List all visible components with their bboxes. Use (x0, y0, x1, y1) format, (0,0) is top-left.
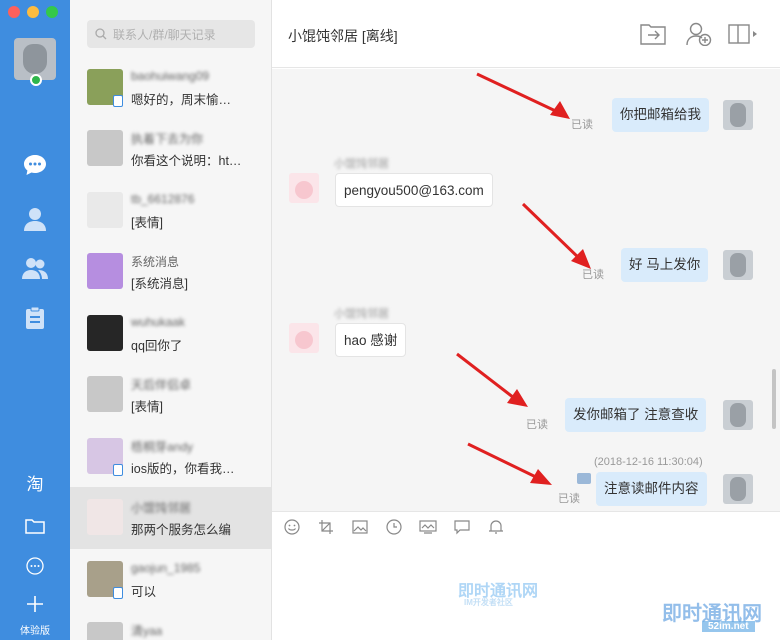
arrow-annotation (467, 442, 552, 485)
contact-row[interactable]: 梧桐芽andy ios版的，你看我… (70, 426, 271, 488)
speaker-icon (87, 253, 123, 289)
watermark-subtitle: IM开发者社区 (464, 598, 513, 607)
contact-row[interactable]: 系统消息 [系统消息] (70, 241, 271, 303)
mobile-icon (113, 464, 123, 476)
contact-list: 联系人/群/聊天记录 baohuiwang09 嗯好的，周末愉… 执着下去为你 … (70, 0, 272, 640)
plus-icon[interactable] (20, 589, 50, 619)
emoji-icon[interactable] (282, 517, 302, 537)
contact-avatar (289, 173, 319, 203)
contact-row[interactable]: wuhukaak qq回你了 (70, 303, 271, 365)
taobao-icon[interactable]: 淘 (20, 467, 50, 497)
contact-name: baohuiwang09 (131, 69, 210, 83)
message-bubble[interactable]: pengyou500@163.com (335, 173, 493, 207)
clipboard-icon[interactable] (20, 303, 50, 333)
chat-header: 小馄饨邻居 [离线] (272, 0, 780, 68)
contact-row[interactable]: 天后伴侣卓 [表情] (70, 364, 271, 426)
contact-row[interactable]: tb_6612876 [表情] (70, 180, 271, 242)
mobile-icon (113, 95, 123, 107)
search-input[interactable]: 联系人/群/聊天记录 (87, 20, 255, 48)
chat-icon[interactable] (20, 150, 50, 180)
add-contact-icon[interactable] (686, 20, 712, 48)
contact-avatar (289, 323, 319, 353)
contact-name: 梧桐芽andy (131, 440, 194, 454)
contact-last-message: 你看这个说明：ht… (131, 154, 242, 168)
contact-last-message: ios版的，你看我… (131, 462, 235, 476)
online-status-icon (30, 74, 42, 86)
input-toolbar (272, 511, 780, 541)
contact-avatar (87, 622, 123, 640)
chat-panel: 小馄饨邻居 [离线] 你把邮箱给我 已读 小馄饨邻居 pengyou500@16… (272, 0, 780, 640)
contact-last-message: 那两个服务怎么编 (131, 523, 232, 537)
screen-icon[interactable] (418, 517, 438, 537)
mobile-icon (113, 587, 123, 599)
layout-icon[interactable] (728, 20, 758, 48)
message-input[interactable]: 即时通讯网 IM开发者社区 即时通讯网 52im.net (272, 541, 780, 640)
arrow-annotation (476, 72, 570, 119)
clock-icon[interactable] (384, 517, 404, 537)
sending-icon (577, 473, 591, 484)
contact-row[interactable]: gaojun_1985 可以 (70, 549, 271, 611)
version-label: 体验版 (20, 626, 50, 637)
share-icon[interactable] (640, 20, 666, 48)
arrow-annotation (456, 352, 528, 407)
app-window: 淘 体验版 联系人/群/聊天记录 baohuiwang09 嗯好的，周末愉… 执… (0, 0, 780, 640)
contact-icon[interactable] (20, 204, 50, 234)
contact-row[interactable]: 清yaa (70, 610, 271, 640)
bell-icon[interactable] (486, 517, 506, 537)
bubble-icon[interactable] (452, 517, 472, 537)
contact-last-message: 可以 (131, 585, 157, 599)
sender-name: 小馄饨邻居 (334, 158, 389, 170)
crop-icon[interactable] (316, 517, 336, 537)
contact-avatar (87, 376, 123, 412)
search-placeholder: 联系人/群/聊天记录 (113, 27, 216, 42)
my-avatar (723, 100, 753, 130)
message-timestamp: (2018-12-16 11:30:04) (594, 456, 703, 468)
contact-avatar (87, 499, 123, 535)
contact-last-message: 嗯好的，周末愉… (131, 93, 232, 107)
contact-last-message: qq回你了 (131, 339, 183, 353)
group-icon[interactable] (20, 253, 50, 283)
zoom-window-button[interactable] (46, 6, 58, 18)
watermark-site: 52im.net (702, 621, 755, 632)
message-bubble[interactable]: 注意读邮件内容 (596, 472, 707, 506)
image-icon[interactable] (350, 517, 370, 537)
message-bubble[interactable]: 好 马上发你 (621, 248, 709, 282)
message-bubble[interactable]: 发你邮箱了 注意查收 (565, 398, 707, 432)
search-icon (95, 28, 107, 40)
message-area: 你把邮箱给我 已读 小馄饨邻居 pengyou500@163.com 好 马上发… (272, 69, 780, 511)
folder-icon[interactable] (20, 511, 50, 541)
nav-rail: 淘 体验版 (0, 0, 70, 640)
chat-title: 小馄饨邻居 [离线] (288, 28, 398, 44)
my-avatar (723, 250, 753, 280)
read-receipt: 已读 (558, 493, 580, 505)
my-avatar (723, 400, 753, 430)
contact-avatar (87, 130, 123, 166)
contact-avatar (87, 192, 123, 228)
message-bubble[interactable]: hao 感谢 (335, 323, 407, 357)
contact-name: 系统消息 (131, 255, 180, 269)
contact-name: 执着下去为你 (131, 132, 204, 146)
contact-name: 天后伴侣卓 (131, 378, 192, 392)
scrollbar[interactable] (772, 369, 776, 429)
contact-name: 小馄饨邻居 (131, 501, 192, 515)
contact-avatar (87, 315, 123, 351)
minimize-window-button[interactable] (27, 6, 39, 18)
arrow-annotation (521, 202, 591, 269)
contact-name: wuhukaak (131, 315, 186, 329)
message-bubble[interactable]: 你把邮箱给我 (612, 98, 709, 132)
close-window-button[interactable] (8, 6, 20, 18)
contact-last-message: [系统消息] (131, 277, 188, 291)
my-avatar (723, 474, 753, 504)
contact-name: tb_6612876 (131, 192, 195, 206)
contact-row[interactable]: 执着下去为你 你看这个说明：ht… (70, 118, 271, 180)
contact-row-selected[interactable]: 小馄饨邻居 那两个服务怎么编 (70, 487, 271, 549)
contact-last-message: [表情] (131, 400, 163, 414)
contact-row[interactable]: baohuiwang09 嗯好的，周末愉… (70, 57, 271, 119)
sender-name: 小馄饨邻居 (334, 308, 389, 320)
contact-last-message: [表情] (131, 216, 163, 230)
contact-name: gaojun_1985 (131, 561, 201, 575)
contact-name: 清yaa (131, 624, 163, 638)
more-icon[interactable] (20, 551, 50, 581)
